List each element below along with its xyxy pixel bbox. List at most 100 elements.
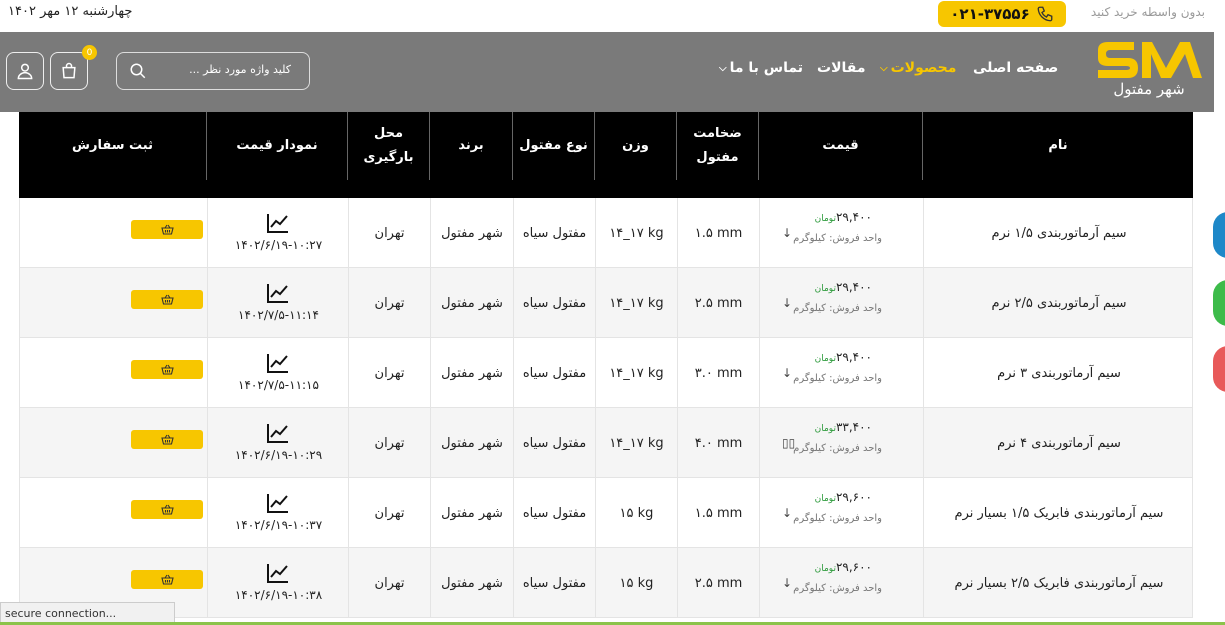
nav-contact[interactable]: ⌵ تماس با ما [716,60,803,76]
sale-unit: واحد فروش: کیلوگرم [793,303,882,314]
price-cell: ۳۳,۴۰۰تومان واحد فروش: کیلوگرم ▯▯ [760,408,924,478]
header-brand: برند [458,138,484,153]
arrow-down-icon: ▯▯ [782,436,796,450]
product-name[interactable]: سیم آرماتوربندی ۴ نرم [924,408,1194,478]
line-chart-icon[interactable] [266,562,290,584]
location-value: تهران [374,295,405,311]
line-chart-icon[interactable] [266,212,290,234]
price-update-date: ۱۴۰۲/۶/۱۹-۱۰:۳۷ [234,518,323,532]
order-button[interactable] [131,360,203,379]
basket-icon [160,294,174,305]
phone-pill[interactable]: ۰۲۱-۳۷۵۵۶ [938,1,1066,27]
price-value: ۲۹,۴۰۰تومان [814,280,872,294]
weight-value: ۱۴_۱۷ kg [609,295,664,311]
thickness-value: ۲.۵ mm [694,575,743,591]
header-price: قیمت [822,138,859,153]
table-row: سیم آرماتوربندی ۳ نرم ۲۹,۴۰۰تومان واحد فرو… [19,338,1193,408]
product-name[interactable]: سیم آرماتوربندی ۲/۵ نرم [924,268,1194,338]
price-currency: تومان [814,284,836,294]
table-row: سیم آرماتوربندی ۴ نرم ۳۳,۴۰۰تومان واحد فرو… [19,408,1193,478]
location-value: تهران [374,435,405,451]
nav-articles[interactable]: مقالات [817,60,866,76]
price-chart-cell[interactable]: ۱۴۰۲/۷/۵-۱۱:۱۵ [208,338,349,408]
price-value: ۲۹,۶۰۰تومان [814,490,872,504]
header-chart: نمودار قیمت [236,138,318,153]
price-update-date: ۱۴۰۲/۶/۱۹-۱۰:۲۷ [234,238,323,252]
side-float-blue[interactable] [1213,212,1225,258]
main-header: 0 ⌵ تماس با ما مقالات ⌵ محصولات صفحه اصل… [0,32,1214,112]
cart-button[interactable] [50,52,88,90]
weight-value: ۱۴_۱۷ kg [609,435,664,451]
price-cell: ۲۹,۴۰۰تومان واحد فروش: کیلوگرم ↓ [760,268,924,338]
order-button[interactable] [131,570,203,589]
price-value: ۲۹,۴۰۰تومان [814,350,872,364]
table-row: سیم آرماتوربندی فابریک ۱/۵ بسیار نرم ۲۹,۶… [19,478,1193,548]
location-value: تهران [374,225,405,241]
line-chart-icon[interactable] [266,492,290,514]
type-value: مفتول سیاه [522,295,587,311]
location-value: تهران [374,575,405,591]
price-cell: ۲۹,۶۰۰تومان واحد فروش: کیلوگرم ↓ [760,548,924,618]
arrow-down-icon: ↓ [782,226,793,240]
price-value: ۲۹,۴۰۰تومان [814,210,872,224]
price-chart-cell[interactable]: ۱۴۰۲/۶/۱۹-۱۰:۲۹ [208,408,349,478]
price-update-date: ۱۴۰۲/۷/۵-۱۱:۱۴ [238,308,319,322]
product-name[interactable]: سیم آرماتوربندی ۳ نرم [924,338,1194,408]
sale-unit: واحد فروش: کیلوگرم [793,513,882,524]
line-chart-icon[interactable] [266,422,290,444]
price-currency: تومان [814,214,836,224]
site-logo[interactable]: شهر مفتول [1094,40,1204,104]
brand-value: شهر مفتول [441,435,503,451]
price-update-date: ۱۴۰۲/۶/۱۹-۱۰:۳۸ [234,588,323,602]
order-button[interactable] [131,220,203,239]
order-button[interactable] [131,290,203,309]
weight-value: ۱۵ kg [619,505,654,521]
thickness-value: ۲.۵ mm [694,295,743,311]
thickness-value: ۴.۰ mm [694,435,743,451]
table-row: سیم آرماتوربندی فابریک ۲/۵ بسیار نرم ۲۹,۶… [19,548,1193,618]
user-account-button[interactable] [6,52,44,90]
chevron-down-icon: ⌵ [880,62,888,74]
basket-icon [160,434,174,445]
product-name[interactable]: سیم آرماتوربندی ۱/۵ نرم [924,198,1194,268]
thickness-value: ۱.۵ mm [694,505,743,521]
weight-value: ۱۴_۱۷ kg [609,365,664,381]
price-chart-cell[interactable]: ۱۴۰۲/۶/۱۹-۱۰:۲۷ [208,198,349,268]
header-order: ثبت سفارش [72,138,153,153]
header-type: نوع مفتول [519,138,588,153]
order-button[interactable] [131,500,203,519]
brand-value: شهر مفتول [441,575,503,591]
side-float-red[interactable] [1213,346,1225,392]
table-row: سیم آرماتوربندی ۲/۵ نرم ۲۹,۴۰۰تومان واحد ف… [19,268,1193,338]
type-value: مفتول سیاه [522,575,587,591]
product-name[interactable]: سیم آرماتوربندی فابریک ۲/۵ بسیار نرم [924,548,1194,618]
current-date: چهارشنبه ۱۲ مهر ۱۴۰۲ [8,4,133,19]
nav-products[interactable]: ⌵ محصولات [877,60,956,76]
location-value: تهران [374,505,405,521]
product-name[interactable]: سیم آرماتوربندی فابریک ۱/۵ بسیار نرم [924,478,1194,548]
thickness-value: ۳.۰ mm [694,365,743,381]
price-value: ۳۳,۴۰۰تومان [814,420,872,434]
table-header: نام قیمت ضخامت مفتول وزن نوع مفتول برند … [19,112,1193,198]
sale-unit: واحد فروش: کیلوگرم [793,233,882,244]
price-update-date: ۱۴۰۲/۷/۵-۱۱:۱۵ [238,378,319,392]
price-chart-cell[interactable]: ۱۴۰۲/۶/۱۹-۱۰:۳۷ [208,478,349,548]
search-input[interactable] [141,63,291,76]
header-weight: وزن [622,138,649,153]
cart-count-badge: 0 [82,45,97,60]
price-chart-cell[interactable]: ۱۴۰۲/۶/۱۹-۱۰:۳۸ [208,548,349,618]
header-name: نام [1048,138,1068,153]
line-chart-icon[interactable] [266,352,290,374]
price-update-date: ۱۴۰۲/۶/۱۹-۱۰:۲۹ [234,448,323,462]
line-chart-icon[interactable] [266,282,290,304]
price-chart-cell[interactable]: ۱۴۰۲/۷/۵-۱۱:۱۴ [208,268,349,338]
header-thickness: ضخامت مفتول [693,126,742,165]
cart-icon [62,62,76,79]
order-button[interactable] [131,430,203,449]
table-row: سیم آرماتوربندی ۱/۵ نرم ۲۹,۴۰۰تومان واحد ف… [19,198,1193,268]
nav-home[interactable]: صفحه اصلی [973,60,1058,76]
price-cell: ۲۹,۴۰۰تومان واحد فروش: کیلوگرم ↓ [760,198,924,268]
search-box[interactable] [116,52,310,90]
sale-unit: واحد فروش: کیلوگرم [793,443,882,454]
side-float-green[interactable] [1213,280,1225,326]
